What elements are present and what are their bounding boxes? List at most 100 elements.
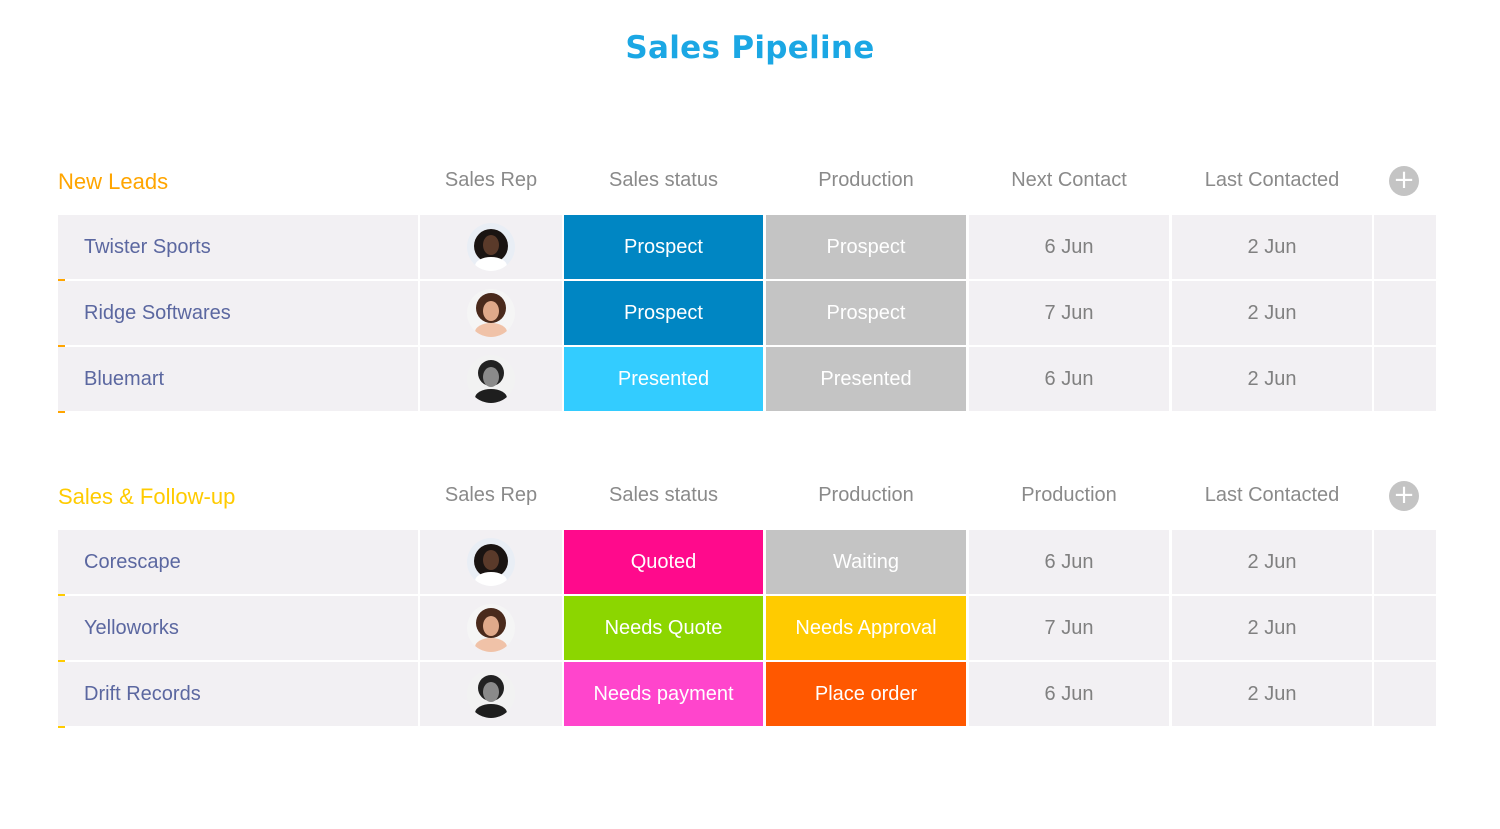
item-name-cell[interactable]: Drift Records (58, 662, 418, 726)
avatar-woman-curly[interactable] (467, 223, 515, 271)
last-contacted-date: 2 Jun (1247, 550, 1297, 573)
production-cell[interactable]: Place order (766, 662, 966, 726)
last-contacted-date: 2 Jun (1247, 682, 1297, 705)
empty-cell[interactable] (1374, 347, 1436, 411)
item-name-cell[interactable]: Twister Sports (58, 215, 418, 279)
column-header[interactable]: Production (969, 484, 1169, 507)
next-contact-cell[interactable]: 7 Jun (969, 281, 1169, 345)
table-row[interactable]: Corescape Quoted Waiting 6 Jun 2 Jun (58, 530, 1438, 596)
next-contact-cell[interactable]: 6 Jun (969, 662, 1169, 726)
avatar-woman-brown-hair[interactable] (467, 289, 515, 337)
sales-rep-cell[interactable] (420, 662, 562, 726)
production-label: Place order (814, 682, 918, 705)
last-contacted-cell[interactable]: 2 Jun (1172, 662, 1372, 726)
sales-status-label: Quoted (630, 550, 697, 573)
column-header[interactable]: Next Contact (969, 169, 1169, 192)
last-contacted-date: 2 Jun (1247, 301, 1297, 324)
sales-rep-cell[interactable] (420, 530, 562, 594)
column-header[interactable]: Last Contacted (1172, 484, 1372, 507)
production-label: Waiting (833, 550, 899, 573)
empty-cell[interactable] (1374, 662, 1436, 726)
sales-status-cell[interactable]: Prospect (564, 281, 763, 345)
avatar-woman-brown-hair[interactable] (467, 604, 515, 652)
item-name: Drift Records (84, 682, 201, 705)
sales-status-label: Presented (617, 367, 710, 390)
sales-status-cell[interactable]: Quoted (564, 530, 763, 594)
sales-status-label: Prospect (624, 301, 703, 324)
production-cell[interactable]: Needs Approval (766, 596, 966, 660)
last-contacted-cell[interactable]: 2 Jun (1172, 281, 1372, 345)
item-name-cell[interactable]: Bluemart (58, 347, 418, 411)
empty-cell[interactable] (1374, 215, 1436, 279)
item-name: Yelloworks (84, 616, 179, 639)
plus-icon: + (1393, 480, 1415, 510)
avatar-man-glasses[interactable] (467, 355, 515, 403)
empty-cell[interactable] (1374, 281, 1436, 345)
table-row[interactable]: Bluemart Presented Presented 6 Jun 2 Jun (58, 347, 1438, 413)
last-contacted-cell[interactable]: 2 Jun (1172, 215, 1372, 279)
production-label: Needs Approval (795, 616, 937, 639)
table-row[interactable]: Twister Sports Prospect Prospect 6 Jun 2 Ju… (58, 215, 1438, 281)
sales-status-label: Prospect (624, 235, 703, 258)
table-row[interactable]: Drift Records Needs payment Place order 6 … (58, 662, 1438, 728)
next-contact-cell[interactable]: 6 Jun (969, 347, 1169, 411)
sales-rep-cell[interactable] (420, 596, 562, 660)
column-header[interactable]: Sales status (564, 169, 763, 192)
avatar-man-glasses[interactable] (467, 670, 515, 718)
production-cell[interactable]: Presented (766, 347, 966, 411)
column-header[interactable]: Sales status (564, 484, 763, 507)
sales-status-cell[interactable]: Presented (564, 347, 763, 411)
production-label: Prospect (826, 235, 906, 258)
page-title: Sales Pipeline (625, 30, 875, 66)
production-cell[interactable]: Prospect (766, 281, 966, 345)
group-header: Sales & Follow-up Sales Rep Sales status Pr… (58, 475, 1438, 530)
empty-cell[interactable] (1374, 596, 1436, 660)
last-contacted-date: 2 Jun (1247, 367, 1297, 390)
next-contact-cell[interactable]: 7 Jun (969, 596, 1169, 660)
column-header[interactable]: Sales Rep (420, 169, 562, 192)
production-cell[interactable]: Prospect (766, 215, 966, 279)
group-title[interactable]: New Leads (58, 169, 168, 195)
item-name: Corescape (84, 550, 181, 573)
last-contacted-cell[interactable]: 2 Jun (1172, 347, 1372, 411)
production-label: Prospect (826, 301, 906, 324)
next-contact-date: 7 Jun (1044, 301, 1094, 324)
sales-rep-cell[interactable] (420, 215, 562, 279)
sales-status-cell[interactable]: Needs Quote (564, 596, 763, 660)
next-contact-cell[interactable]: 6 Jun (969, 215, 1169, 279)
item-name-cell[interactable]: Corescape (58, 530, 418, 594)
group-sales-follow-up: Sales & Follow-up Sales Rep Sales status Pr… (58, 475, 1438, 728)
table-row[interactable]: Ridge Softwares Prospect Prospect 7 Jun 2 J… (58, 281, 1438, 347)
last-contacted-date: 2 Jun (1247, 616, 1297, 639)
column-header[interactable]: Production (766, 484, 966, 507)
sales-rep-cell[interactable] (420, 347, 562, 411)
last-contacted-cell[interactable]: 2 Jun (1172, 596, 1372, 660)
sales-status-cell[interactable]: Needs payment (564, 662, 763, 726)
column-header[interactable]: Last Contacted (1172, 169, 1372, 192)
next-contact-cell[interactable]: 6 Jun (969, 530, 1169, 594)
item-name-cell[interactable]: Yelloworks (58, 596, 418, 660)
sales-status-cell[interactable]: Prospect (564, 215, 763, 279)
group-title[interactable]: Sales & Follow-up (58, 484, 235, 510)
production-label: Presented (820, 367, 912, 390)
plus-icon: + (1393, 165, 1415, 195)
next-contact-date: 6 Jun (1044, 682, 1094, 705)
next-contact-date: 6 Jun (1044, 550, 1094, 573)
avatar-woman-curly[interactable] (467, 538, 515, 586)
sales-status-label: Needs Quote (604, 616, 723, 639)
group-new-leads: New Leads Sales Rep Sales status Production… (58, 160, 1438, 413)
add-column-button[interactable]: + (1389, 481, 1419, 511)
column-header[interactable]: Production (766, 169, 966, 192)
add-column-button[interactable]: + (1389, 166, 1419, 196)
sales-rep-cell[interactable] (420, 281, 562, 345)
empty-cell[interactable] (1374, 530, 1436, 594)
next-contact-date: 6 Jun (1044, 235, 1094, 258)
sales-status-label: Needs payment (593, 682, 734, 705)
item-name: Ridge Softwares (84, 301, 231, 324)
production-cell[interactable]: Waiting (766, 530, 966, 594)
column-header[interactable]: Sales Rep (420, 484, 562, 507)
last-contacted-cell[interactable]: 2 Jun (1172, 530, 1372, 594)
next-contact-date: 7 Jun (1044, 616, 1094, 639)
table-row[interactable]: Yelloworks Needs Quote Needs Approval 7 Ju… (58, 596, 1438, 662)
item-name-cell[interactable]: Ridge Softwares (58, 281, 418, 345)
